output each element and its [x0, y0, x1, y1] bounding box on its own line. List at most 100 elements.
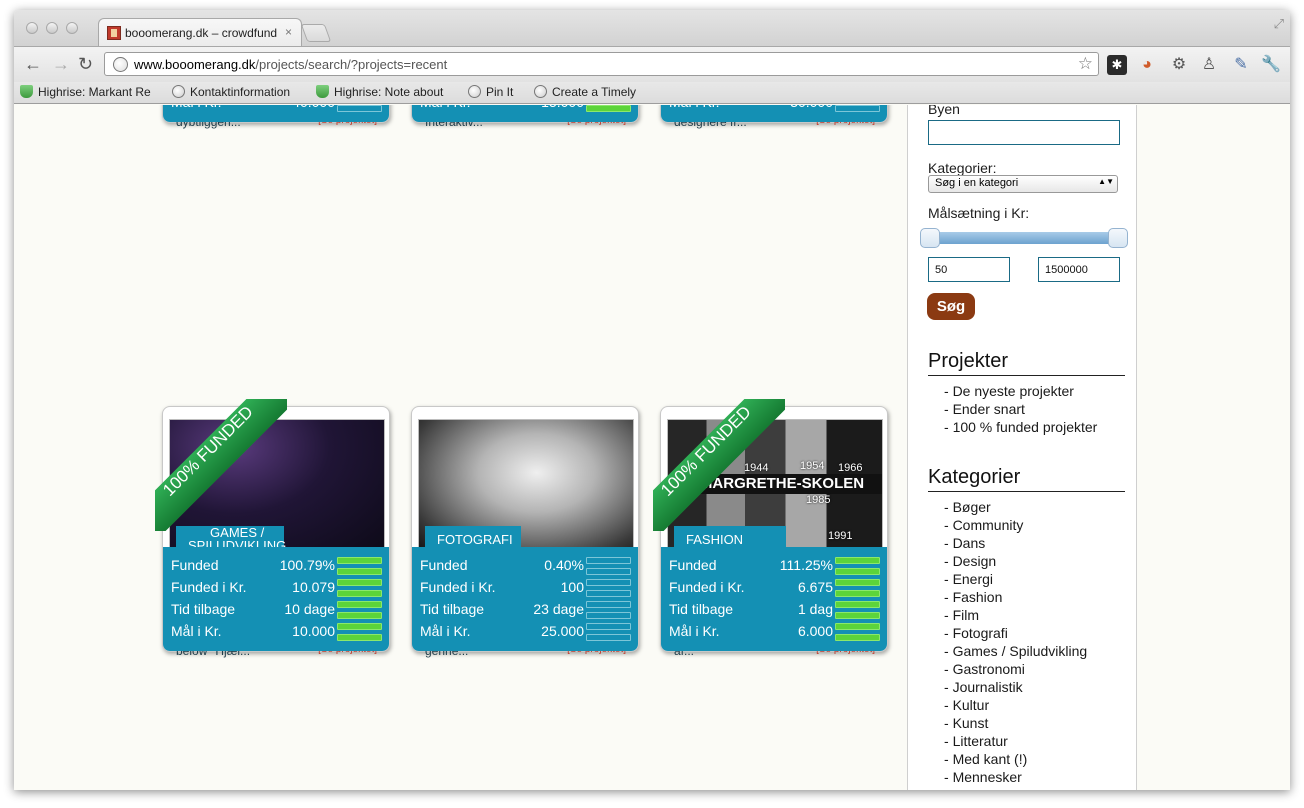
tab-title: booomerang.dk – crowdfund — [125, 26, 277, 40]
meter-segment — [586, 634, 631, 641]
category-link[interactable]: Med kant (!) — [944, 750, 1087, 768]
stat-value: 10.079 — [292, 579, 335, 595]
zoom-window-button[interactable] — [66, 22, 78, 34]
slider-min-handle[interactable] — [920, 228, 940, 248]
category-link[interactable]: Journalistik — [944, 678, 1087, 696]
categories-label: Kategorier: — [928, 160, 997, 176]
stat-label: Funded — [669, 557, 717, 573]
new-tab-button[interactable] — [300, 24, 332, 42]
bookmark-item[interactable]: Highrise: Note about — [316, 85, 452, 101]
category-link[interactable]: Gastronomi — [944, 660, 1087, 678]
category-link[interactable]: Mobil — [944, 786, 1087, 790]
category-link[interactable]: Mennesker — [944, 768, 1087, 786]
slider-max-handle[interactable] — [1108, 228, 1128, 248]
stat-value: 111.25% — [779, 557, 833, 573]
category-link[interactable]: Litteratur — [944, 732, 1087, 750]
bookmarks-bar: Highrise: Markant Re Kontaktinformation … — [14, 82, 1290, 104]
close-window-button[interactable] — [26, 22, 38, 34]
stat-label: Mål i Kr. — [171, 105, 222, 110]
project-card[interactable]: GAMES / SPILUDVIKLING Back to Bed Starte… — [411, 105, 639, 129]
back-arrow-icon[interactable]: ← — [24, 54, 42, 75]
stat-label: Tid tilbage — [669, 601, 734, 617]
bookmark-item[interactable]: Create a Timely — [534, 85, 646, 101]
stat-label: Tid tilbage — [171, 601, 236, 617]
stat-label: Tid tilbage — [420, 601, 485, 617]
category-link[interactable]: Energi — [944, 570, 1087, 588]
forward-arrow-icon[interactable]: → — [52, 54, 70, 75]
address-bar[interactable]: www.booomerang.dk/projects/search/?proje… — [104, 52, 1099, 76]
reload-icon[interactable]: ↻ — [78, 54, 93, 75]
meter-segment — [337, 557, 382, 564]
projects-heading: Projekter — [928, 350, 1125, 376]
meter-segment — [586, 579, 631, 586]
project-card[interactable]: DESIGN Rundkant Startet af: Rundkant Om … — [660, 105, 888, 129]
extension-color-icon[interactable]: ◕ — [1137, 55, 1157, 75]
category-link[interactable]: Design — [944, 552, 1087, 570]
browser-tab[interactable]: booomerang.dk – crowdfund × — [98, 18, 302, 46]
image-year: 1966 — [838, 462, 863, 474]
project-filter-link[interactable]: 100 % funded projekter — [944, 418, 1098, 436]
bookmark-item[interactable]: Highrise: Markant Re — [20, 85, 156, 101]
category-link[interactable]: Fashion — [944, 588, 1087, 606]
site-favicon-icon — [107, 26, 121, 40]
stat-label: Mål i Kr. — [669, 623, 720, 639]
project-filter-link[interactable]: De nyeste projekter — [944, 382, 1097, 400]
bookmark-label: Kontaktinformation — [190, 85, 291, 99]
category-link[interactable]: Kunst — [944, 714, 1087, 732]
extension-asterisk-icon[interactable]: ✱ — [1107, 55, 1127, 75]
browser-toolbar: ← → ↻ www.booomerang.dk/projects/search/… — [14, 46, 1290, 82]
globe-icon — [113, 57, 128, 72]
meter-segment — [835, 579, 880, 586]
city-input[interactable] — [928, 120, 1120, 145]
project-card[interactable]: FOTOGRAFI TITANS&OLYMPIANS Startet af: T… — [411, 406, 639, 658]
page-viewport[interactable]: Byen Kategorier: Søg i en kategori ▲▼ Mål… — [14, 105, 1290, 790]
extension-gear-icon[interactable]: ⚙ — [1169, 55, 1189, 75]
project-image[interactable]: FOTOGRAFI — [418, 419, 634, 553]
funded-ribbon: 100% FUNDED — [155, 399, 287, 531]
highrise-icon — [20, 85, 33, 98]
goal-max-input[interactable] — [1038, 257, 1120, 282]
stats-panel: Funded7.00% Funded i Kr.1.050 Tid tilbag… — [412, 105, 638, 122]
extension-figure-icon[interactable]: ♙ — [1199, 55, 1219, 75]
project-card[interactable]: FASHION MARGRETHE-SKOLEN 1944 1954 1966 1985… — [653, 399, 888, 658]
category-link[interactable]: Fotografi — [944, 624, 1087, 642]
wrench-icon[interactable]: 🔧 — [1261, 55, 1281, 75]
category-link[interactable]: Bøger — [944, 498, 1087, 516]
category-link[interactable]: Dans — [944, 534, 1087, 552]
stat-label: Funded i Kr. — [171, 579, 247, 595]
stat-value: 23 dage — [533, 601, 584, 617]
category-link[interactable]: Games / Spiludvikling — [944, 642, 1088, 660]
meter-segment — [337, 612, 382, 619]
bookmark-item[interactable]: Kontaktinformation — [172, 85, 302, 101]
category-link[interactable]: Community — [944, 516, 1087, 534]
fullscreen-icon[interactable]: ⤢ — [1274, 16, 1284, 32]
minimize-window-button[interactable] — [46, 22, 58, 34]
stat-label: Funded i Kr. — [420, 579, 496, 595]
categories-heading: Kategorier — [928, 466, 1125, 492]
stat-label: Funded — [420, 557, 468, 573]
stats-panel: Funded 0.40% Funded i Kr. 100 Tid tilbage 2… — [412, 547, 638, 651]
project-card[interactable]: GAMES / SPILUDVIKLING Street Arcade @ Di… — [155, 399, 390, 658]
extension-eyedropper-icon[interactable]: ✎ — [1231, 55, 1251, 75]
project-card[interactable]: MUSIK Realm At Play – E... Startet af: t… — [162, 105, 390, 129]
meter-segment — [835, 557, 880, 564]
meter-segment — [337, 105, 382, 112]
address-url[interactable]: www.booomerang.dk/projects/search/?proje… — [134, 57, 447, 72]
category-link[interactable]: Kultur — [944, 696, 1087, 714]
projects-links: De nyeste projekterEnder snart100 % fund… — [944, 382, 1098, 436]
stat-value: 10 dage — [284, 601, 335, 617]
project-filter-link[interactable]: Ender snart — [944, 400, 1097, 418]
category-select[interactable]: Søg i en kategori ▲▼ — [928, 175, 1118, 193]
search-button[interactable]: Søg — [927, 293, 975, 320]
goal-range-slider[interactable] — [920, 228, 1128, 248]
stat-label: Funded — [171, 557, 219, 573]
bookmark-star-icon[interactable]: ☆ — [1078, 54, 1093, 74]
category-link[interactable]: Film — [944, 606, 1087, 624]
bookmark-item[interactable]: Pin It — [468, 85, 528, 101]
goal-min-input[interactable] — [928, 257, 1010, 282]
meter-segment — [586, 557, 631, 564]
stat-value: 100 — [560, 579, 584, 595]
bookmark-label: Pin It — [486, 85, 514, 99]
globe-icon — [534, 85, 547, 98]
tab-close-icon[interactable]: × — [285, 25, 292, 39]
